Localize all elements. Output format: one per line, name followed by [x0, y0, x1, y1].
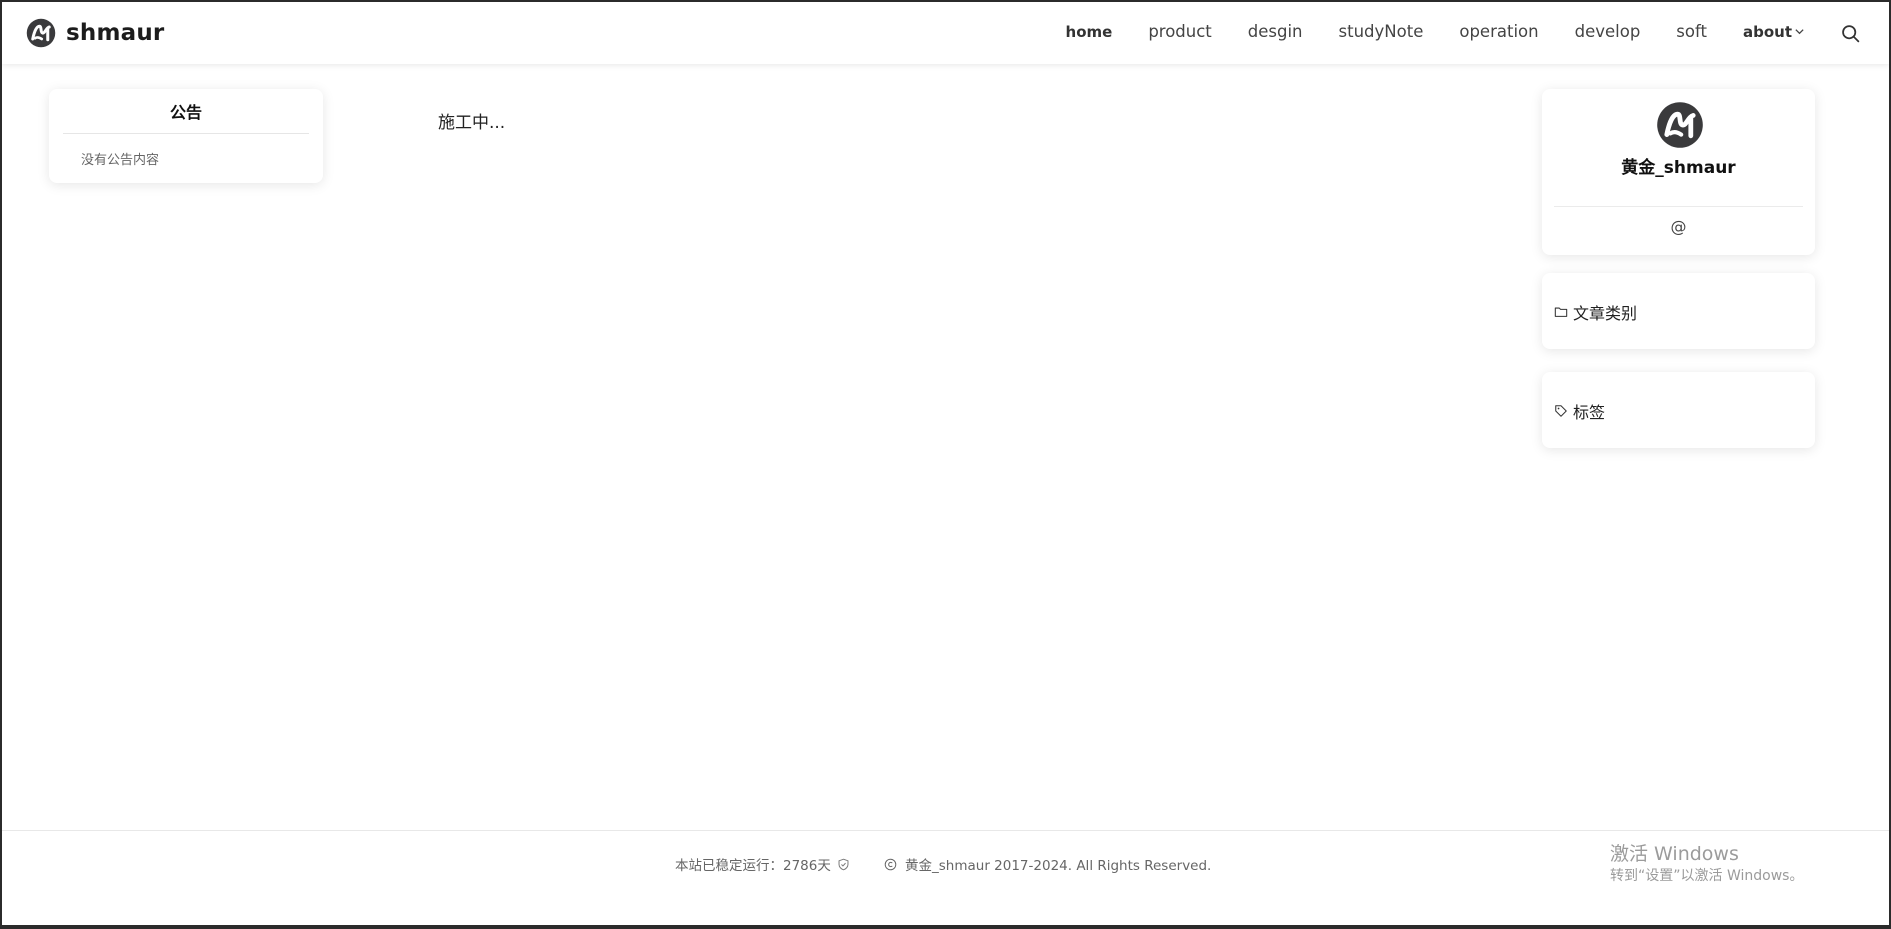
notice-card: 公告 没有公告内容	[49, 89, 323, 183]
profile-name: 黄金_shmaur	[1621, 158, 1736, 178]
categories-card: 文章类别	[1542, 273, 1815, 349]
tag-icon	[1555, 405, 1567, 417]
site-header: shmaur home product desgin studyNote ope…	[2, 2, 1889, 64]
brand-logo-icon	[26, 18, 56, 48]
folder-icon	[1554, 307, 1568, 317]
nav-about-label: about	[1742, 22, 1792, 41]
nav-studynote[interactable]: studyNote	[1339, 22, 1424, 41]
nav-develop[interactable]: develop	[1575, 22, 1641, 41]
categories-title: 文章类别	[1573, 304, 1638, 323]
brand-name: shmaur	[66, 20, 165, 46]
search-icon[interactable]	[1840, 23, 1861, 44]
email-at-icon[interactable]: @	[1542, 217, 1815, 236]
shield-icon	[838, 858, 849, 870]
tags-card: 标签	[1542, 372, 1815, 448]
chevron-down-icon	[1795, 29, 1804, 35]
notice-content: 没有公告内容	[81, 153, 160, 168]
footer-runtime: 本站已稳定运行：2786天	[675, 854, 850, 874]
footer-copyright: 黄金_shmaur 2017-2024. All Rights Reserved…	[884, 854, 1211, 874]
footer-runtime-text: 本站已稳定运行：2786天	[675, 858, 831, 874]
windows-activation-subtitle: 转到“设置”以激活 Windows。	[1610, 868, 1804, 884]
browser-viewport: shmaur home product desgin studyNote ope…	[2, 2, 1889, 925]
nav-product[interactable]: product	[1148, 22, 1211, 41]
avatar[interactable]	[1656, 101, 1704, 149]
main-content-text: 施工中...	[438, 113, 506, 133]
main-nav: home product desgin studyNote operation …	[1030, 22, 1805, 41]
notice-divider	[63, 133, 309, 134]
nav-desgin[interactable]: desgin	[1248, 22, 1303, 41]
windows-activation-title: 激活 Windows	[1610, 843, 1739, 865]
tags-header: 标签	[1554, 399, 1605, 423]
nav-about[interactable]: about	[1743, 23, 1805, 41]
nav-soft[interactable]: soft	[1676, 22, 1707, 41]
nav-operation[interactable]: operation	[1459, 22, 1538, 41]
nav-home[interactable]: home	[1066, 23, 1113, 41]
site-footer: 本站已稳定运行：2786天 黄金_shmaur 2017-2024. All R…	[2, 830, 1889, 925]
notice-title: 公告	[169, 103, 202, 122]
copyright-icon	[884, 858, 897, 870]
tags-title: 标签	[1573, 403, 1606, 422]
brand-link[interactable]: shmaur	[26, 18, 164, 48]
profile-card: 黄金_shmaur @	[1542, 89, 1815, 255]
categories-header: 文章类别	[1554, 300, 1637, 324]
footer-copyright-text: 黄金_shmaur 2017-2024. All Rights Reserved…	[905, 858, 1212, 874]
profile-divider	[1554, 206, 1803, 207]
